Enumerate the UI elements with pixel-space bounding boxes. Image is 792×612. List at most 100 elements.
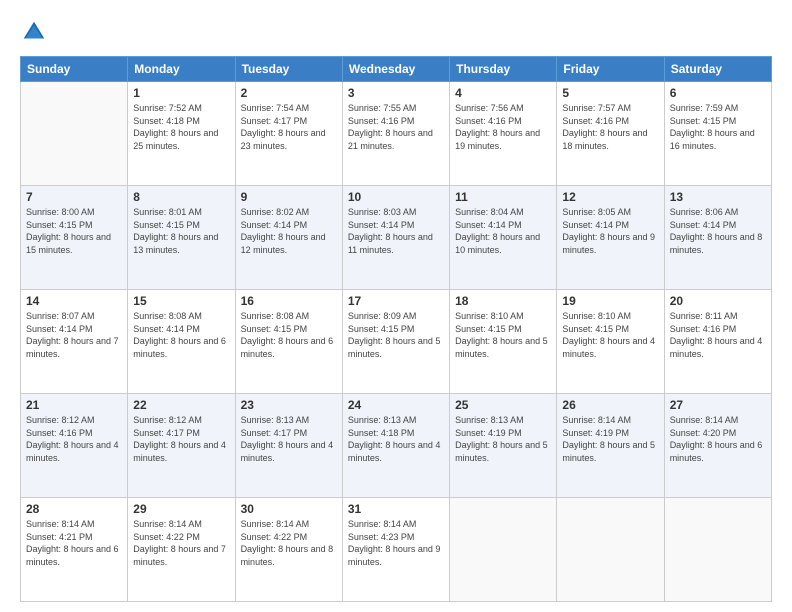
day-info: Sunrise: 8:08 AMSunset: 4:15 PMDaylight:… bbox=[241, 310, 337, 360]
calendar-cell: 21 Sunrise: 8:12 AMSunset: 4:16 PMDayligh… bbox=[21, 394, 128, 498]
calendar-cell: 18 Sunrise: 8:10 AMSunset: 4:15 PMDayligh… bbox=[450, 290, 557, 394]
calendar-header-monday: Monday bbox=[128, 57, 235, 82]
day-number: 3 bbox=[348, 86, 444, 100]
calendar-cell: 29 Sunrise: 8:14 AMSunset: 4:22 PMDayligh… bbox=[128, 498, 235, 602]
day-info: Sunrise: 8:01 AMSunset: 4:15 PMDaylight:… bbox=[133, 206, 229, 256]
day-number: 17 bbox=[348, 294, 444, 308]
calendar-cell: 28Sunrise: 8:14 AMSunset: 4:21 PMDayligh… bbox=[21, 498, 128, 602]
calendar-cell bbox=[664, 498, 771, 602]
calendar-cell: 16 Sunrise: 8:08 AMSunset: 4:15 PMDayligh… bbox=[235, 290, 342, 394]
day-number: 27 bbox=[670, 398, 766, 412]
day-number: 7 bbox=[26, 190, 122, 204]
day-number: 25 bbox=[455, 398, 551, 412]
day-info: Sunrise: 8:02 AMSunset: 4:14 PMDaylight:… bbox=[241, 206, 337, 256]
day-number: 30 bbox=[241, 502, 337, 516]
logo bbox=[20, 18, 52, 46]
calendar-cell: 22 Sunrise: 8:12 AMSunset: 4:17 PMDayligh… bbox=[128, 394, 235, 498]
day-number: 16 bbox=[241, 294, 337, 308]
calendar-cell bbox=[557, 498, 664, 602]
calendar-header-wednesday: Wednesday bbox=[342, 57, 449, 82]
calendar-header-friday: Friday bbox=[557, 57, 664, 82]
day-number: 6 bbox=[670, 86, 766, 100]
day-number: 9 bbox=[241, 190, 337, 204]
day-info: Sunrise: 8:12 AMSunset: 4:17 PMDaylight:… bbox=[133, 414, 229, 464]
day-number: 29 bbox=[133, 502, 229, 516]
calendar-header-tuesday: Tuesday bbox=[235, 57, 342, 82]
calendar-cell: 19 Sunrise: 8:10 AMSunset: 4:15 PMDayligh… bbox=[557, 290, 664, 394]
page: SundayMondayTuesdayWednesdayThursdayFrid… bbox=[0, 0, 792, 612]
calendar-cell: 10Sunrise: 8:03 AMSunset: 4:14 PMDayligh… bbox=[342, 186, 449, 290]
calendar-week-1: 1 Sunrise: 7:52 AMSunset: 4:18 PMDaylight… bbox=[21, 82, 772, 186]
day-number: 5 bbox=[562, 86, 658, 100]
calendar-cell: 3Sunrise: 7:55 AMSunset: 4:16 PMDaylight… bbox=[342, 82, 449, 186]
day-info: Sunrise: 8:14 AMSunset: 4:22 PMDaylight:… bbox=[241, 518, 337, 568]
calendar-week-5: 28Sunrise: 8:14 AMSunset: 4:21 PMDayligh… bbox=[21, 498, 772, 602]
calendar-header-thursday: Thursday bbox=[450, 57, 557, 82]
calendar-cell: 30 Sunrise: 8:14 AMSunset: 4:22 PMDayligh… bbox=[235, 498, 342, 602]
day-number: 31 bbox=[348, 502, 444, 516]
calendar-cell: 31 Sunrise: 8:14 AMSunset: 4:23 PMDayligh… bbox=[342, 498, 449, 602]
day-number: 14 bbox=[26, 294, 122, 308]
day-number: 22 bbox=[133, 398, 229, 412]
day-number: 11 bbox=[455, 190, 551, 204]
calendar-cell: 6 Sunrise: 7:59 AMSunset: 4:15 PMDaylight… bbox=[664, 82, 771, 186]
calendar-header-row: SundayMondayTuesdayWednesdayThursdayFrid… bbox=[21, 57, 772, 82]
day-number: 23 bbox=[241, 398, 337, 412]
calendar-cell: 23 Sunrise: 8:13 AMSunset: 4:17 PMDayligh… bbox=[235, 394, 342, 498]
calendar-cell: 13 Sunrise: 8:06 AMSunset: 4:14 PMDayligh… bbox=[664, 186, 771, 290]
day-info: Sunrise: 7:56 AMSunset: 4:16 PMDaylight:… bbox=[455, 102, 551, 152]
day-info: Sunrise: 7:52 AMSunset: 4:18 PMDaylight:… bbox=[133, 102, 229, 152]
day-info: Sunrise: 8:13 AMSunset: 4:18 PMDaylight:… bbox=[348, 414, 444, 464]
day-number: 12 bbox=[562, 190, 658, 204]
day-info: Sunrise: 8:03 AMSunset: 4:14 PMDaylight:… bbox=[348, 206, 444, 256]
calendar-cell: 9 Sunrise: 8:02 AMSunset: 4:14 PMDaylight… bbox=[235, 186, 342, 290]
day-info: Sunrise: 8:13 AMSunset: 4:17 PMDaylight:… bbox=[241, 414, 337, 464]
day-number: 21 bbox=[26, 398, 122, 412]
calendar-cell: 15 Sunrise: 8:08 AMSunset: 4:14 PMDayligh… bbox=[128, 290, 235, 394]
day-info: Sunrise: 8:00 AMSunset: 4:15 PMDaylight:… bbox=[26, 206, 122, 256]
day-info: Sunrise: 8:10 AMSunset: 4:15 PMDaylight:… bbox=[455, 310, 551, 360]
day-info: Sunrise: 7:59 AMSunset: 4:15 PMDaylight:… bbox=[670, 102, 766, 152]
calendar-cell: 26Sunrise: 8:14 AMSunset: 4:19 PMDayligh… bbox=[557, 394, 664, 498]
day-info: Sunrise: 8:05 AMSunset: 4:14 PMDaylight:… bbox=[562, 206, 658, 256]
day-info: Sunrise: 8:08 AMSunset: 4:14 PMDaylight:… bbox=[133, 310, 229, 360]
calendar-header-saturday: Saturday bbox=[664, 57, 771, 82]
day-info: Sunrise: 8:12 AMSunset: 4:16 PMDaylight:… bbox=[26, 414, 122, 464]
day-number: 19 bbox=[562, 294, 658, 308]
day-info: Sunrise: 8:10 AMSunset: 4:15 PMDaylight:… bbox=[562, 310, 658, 360]
calendar-week-4: 21 Sunrise: 8:12 AMSunset: 4:16 PMDayligh… bbox=[21, 394, 772, 498]
calendar-cell: 4 Sunrise: 7:56 AMSunset: 4:16 PMDaylight… bbox=[450, 82, 557, 186]
calendar-cell: 25 Sunrise: 8:13 AMSunset: 4:19 PMDayligh… bbox=[450, 394, 557, 498]
calendar-header-sunday: Sunday bbox=[21, 57, 128, 82]
day-info: Sunrise: 8:14 AMSunset: 4:19 PMDaylight:… bbox=[562, 414, 658, 464]
day-info: Sunrise: 7:54 AMSunset: 4:17 PMDaylight:… bbox=[241, 102, 337, 152]
calendar-cell: 24 Sunrise: 8:13 AMSunset: 4:18 PMDayligh… bbox=[342, 394, 449, 498]
day-number: 24 bbox=[348, 398, 444, 412]
logo-icon bbox=[20, 18, 48, 46]
calendar-cell: 14 Sunrise: 8:07 AMSunset: 4:14 PMDayligh… bbox=[21, 290, 128, 394]
day-info: Sunrise: 7:57 AMSunset: 4:16 PMDaylight:… bbox=[562, 102, 658, 152]
day-info: Sunrise: 8:14 AMSunset: 4:22 PMDaylight:… bbox=[133, 518, 229, 568]
calendar-cell: 12 Sunrise: 8:05 AMSunset: 4:14 PMDayligh… bbox=[557, 186, 664, 290]
header bbox=[20, 18, 772, 46]
day-info: Sunrise: 8:14 AMSunset: 4:23 PMDaylight:… bbox=[348, 518, 444, 568]
day-number: 18 bbox=[455, 294, 551, 308]
day-info: Sunrise: 8:13 AMSunset: 4:19 PMDaylight:… bbox=[455, 414, 551, 464]
calendar-cell: 20Sunrise: 8:11 AMSunset: 4:16 PMDayligh… bbox=[664, 290, 771, 394]
day-number: 15 bbox=[133, 294, 229, 308]
day-info: Sunrise: 8:14 AMSunset: 4:21 PMDaylight:… bbox=[26, 518, 122, 568]
calendar-cell bbox=[450, 498, 557, 602]
day-info: Sunrise: 8:06 AMSunset: 4:14 PMDaylight:… bbox=[670, 206, 766, 256]
day-number: 13 bbox=[670, 190, 766, 204]
calendar-cell: 11 Sunrise: 8:04 AMSunset: 4:14 PMDayligh… bbox=[450, 186, 557, 290]
day-number: 1 bbox=[133, 86, 229, 100]
day-number: 4 bbox=[455, 86, 551, 100]
day-info: Sunrise: 8:14 AMSunset: 4:20 PMDaylight:… bbox=[670, 414, 766, 464]
calendar-cell: 27 Sunrise: 8:14 AMSunset: 4:20 PMDayligh… bbox=[664, 394, 771, 498]
day-info: Sunrise: 8:07 AMSunset: 4:14 PMDaylight:… bbox=[26, 310, 122, 360]
calendar-cell: 5 Sunrise: 7:57 AMSunset: 4:16 PMDaylight… bbox=[557, 82, 664, 186]
calendar-cell: 1 Sunrise: 7:52 AMSunset: 4:18 PMDaylight… bbox=[128, 82, 235, 186]
day-number: 20 bbox=[670, 294, 766, 308]
calendar-week-2: 7 Sunrise: 8:00 AMSunset: 4:15 PMDaylight… bbox=[21, 186, 772, 290]
day-info: Sunrise: 8:04 AMSunset: 4:14 PMDaylight:… bbox=[455, 206, 551, 256]
